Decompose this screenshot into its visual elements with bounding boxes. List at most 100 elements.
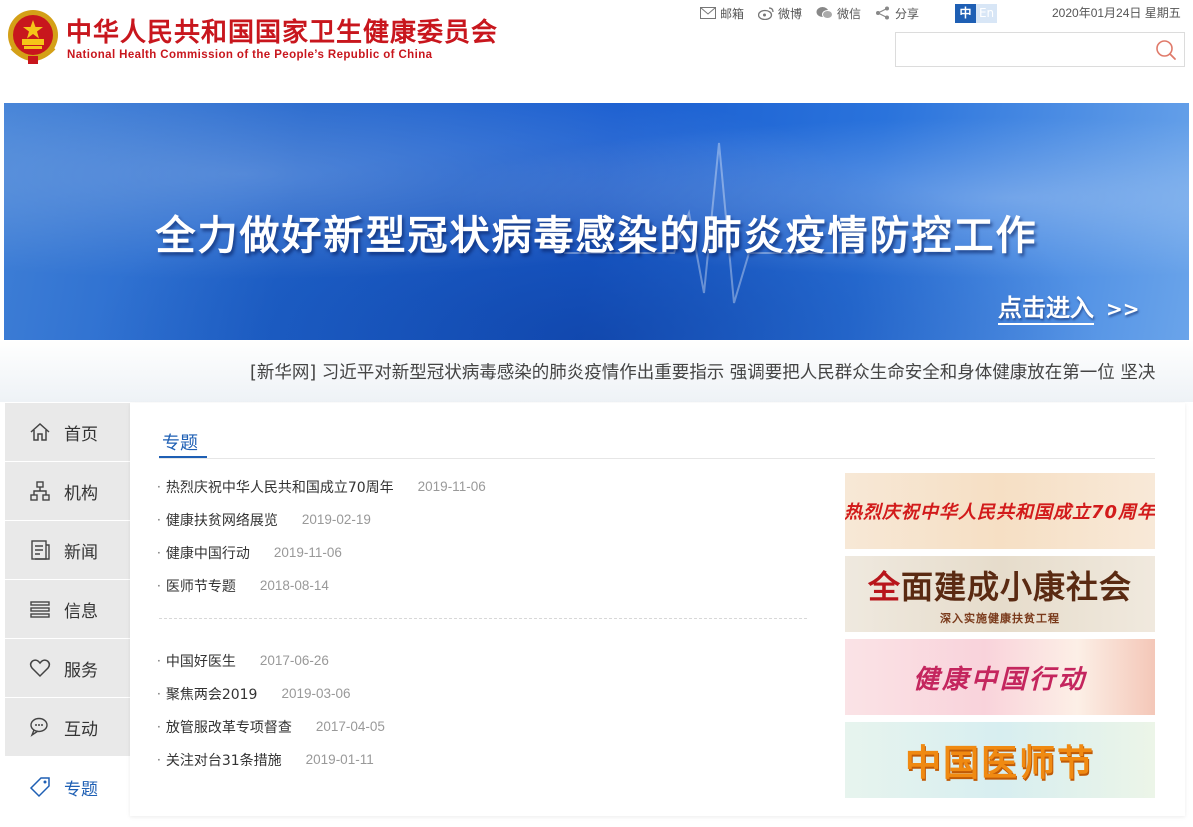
bullet-dot: ·	[157, 512, 161, 527]
list-item-title: 关注对台31条措施	[165, 752, 282, 769]
bullet-dot: ·	[157, 686, 161, 701]
bullet-dot: ·	[157, 653, 161, 668]
bullet-dot: ·	[157, 719, 161, 734]
bullet-dot: ·	[157, 479, 161, 494]
topic-list-secondary: · 中国好医生 2017-06-26 · 聚焦两会2019 2019-03-06 · 放管…	[157, 644, 817, 776]
list-item[interactable]: · 聚焦两会2019 2019-03-06	[157, 677, 817, 710]
sidebar-item-label: 机构	[64, 483, 98, 504]
sidebar-item-label: 服务	[64, 660, 98, 681]
section-title: 专题	[162, 433, 198, 454]
bullet-dot: ·	[157, 578, 161, 593]
banner-enter-link[interactable]: 点击进入 >>	[998, 288, 1140, 325]
sidebar-item-label: 首页	[64, 424, 98, 445]
org-chart-icon	[28, 479, 52, 503]
sidebar-item-topics[interactable]: 专题	[5, 757, 130, 817]
heart-icon	[28, 656, 52, 680]
bullet-dot: ·	[157, 752, 161, 767]
promo-70th-anniversary-text: 热烈庆祝中华人民共和国成立70周年	[845, 502, 1155, 523]
list-item-title: 健康扶贫网络展览	[165, 512, 278, 529]
wechat-link[interactable]: 微信	[816, 5, 861, 22]
list-item[interactable]: · 热烈庆祝中华人民共和国成立70周年 2019-11-06	[157, 470, 817, 503]
list-item-date: 2017-06-26	[259, 653, 329, 668]
list-item-date: 2019-03-06	[281, 686, 351, 701]
sidebar-item-organization[interactable]: 机构	[5, 462, 130, 520]
list-item[interactable]: · 医师节专题 2018-08-14	[157, 569, 817, 602]
top-links: 邮箱 微博 微信 分享 中 En	[700, 3, 998, 23]
list-item-title: 健康中国行动	[165, 545, 250, 562]
sidebar-item-interaction[interactable]: 互动	[5, 698, 130, 756]
sidebar-item-services[interactable]: 服务	[5, 639, 130, 697]
list-divider	[159, 618, 807, 619]
list-item-date: 2017-04-05	[315, 719, 385, 734]
language-switch: 中 En	[955, 3, 998, 23]
share-link-label: 分享	[895, 6, 920, 21]
list-item-title: 热烈庆祝中华人民共和国成立70周年	[165, 479, 394, 496]
sidebar-item-news[interactable]: 新闻	[5, 521, 130, 579]
promo-healthy-china[interactable]: 健康中国行动	[845, 639, 1155, 715]
weibo-icon	[758, 7, 774, 20]
sidebar-item-label: 新闻	[64, 542, 98, 563]
list-item[interactable]: · 健康中国行动 2019-11-06	[157, 536, 817, 569]
sidebar-item-label: 专题	[64, 779, 98, 800]
chat-icon	[28, 715, 52, 739]
promo-70th-anniversary[interactable]: 热烈庆祝中华人民共和国成立70周年	[845, 473, 1155, 549]
wechat-link-label: 微信	[837, 6, 862, 21]
search-input[interactable]	[896, 33, 1146, 66]
mail-icon	[700, 7, 716, 19]
topic-list-primary: · 热烈庆祝中华人民共和国成立70周年 2019-11-06 · 健康扶贫网络展览 20…	[157, 470, 817, 602]
list-item[interactable]: · 关注对台31条措施 2019-01-11	[157, 743, 817, 776]
share-icon	[876, 6, 890, 20]
site-header: 中华人民共和国国家卫生健康委员会 National Health Commiss…	[0, 0, 1193, 103]
wechat-icon	[816, 7, 834, 19]
list-item-date: 2019-02-19	[301, 512, 371, 527]
promo-healthy-china-text: 健康中国行动	[912, 664, 1087, 695]
search-box	[895, 32, 1185, 67]
lang-en-button[interactable]: En	[976, 3, 998, 23]
section-divider	[159, 458, 1155, 459]
weibo-link[interactable]: 微博	[758, 5, 802, 22]
epidemic-banner[interactable]: 全力做好新型冠状病毒感染的肺炎疫情防控工作 点击进入 >>	[4, 103, 1189, 340]
topics-panel: 专题 · 热烈庆祝中华人民共和国成立70周年 2019-11-06 · 健康扶贫网络展…	[130, 403, 1185, 816]
list-item-date: 2019-01-11	[305, 752, 374, 767]
home-icon	[28, 420, 52, 444]
double-chevron-right-icon: >>	[1106, 297, 1140, 321]
info-stack-icon	[28, 597, 52, 621]
list-item[interactable]: · 放管服改革专项督查 2017-04-05	[157, 710, 817, 743]
list-item-title: 医师节专题	[165, 578, 236, 595]
tag-icon	[28, 775, 52, 799]
list-item-date: 2019-11-06	[273, 545, 342, 560]
promo-prosperous-title: 全面建成小康社会	[868, 562, 1132, 608]
list-item-title: 聚焦两会2019	[165, 686, 258, 703]
sidebar-item-label: 互动	[64, 719, 98, 740]
national-emblem-logo[interactable]	[6, 8, 60, 66]
share-link[interactable]: 分享	[875, 5, 919, 22]
list-item-title: 中国好医生	[165, 653, 236, 670]
list-item-date: 2018-08-14	[259, 578, 329, 593]
site-subtitle-english: National Health Commission of the People…	[67, 49, 433, 61]
sidebar-item-information[interactable]: 信息	[5, 580, 130, 638]
banner-title: 全力做好新型冠状病毒感染的肺炎疫情防控工作	[155, 213, 1038, 259]
bullet-dot: ·	[157, 545, 161, 560]
site-title[interactable]: 中华人民共和国国家卫生健康委员会	[66, 12, 498, 49]
promo-prosperous-title-red: 全	[867, 568, 901, 606]
promo-physicians-day[interactable]: 中国医师节	[845, 722, 1155, 798]
sidebar-nav: 首页 机构 新闻 信息 服务 互动 专题	[5, 403, 130, 818]
banner-enter-label: 点击进入	[998, 294, 1094, 325]
news-ticker[interactable]: [新华网] 习近平对新型冠状病毒感染的肺炎疫情作出重要指示 强调要把人民群众生命…	[250, 359, 1166, 384]
list-item-date: 2019-11-06	[417, 479, 486, 494]
current-date: 2020年01月24日 星期五	[1052, 6, 1181, 20]
lang-zh-button[interactable]: 中	[955, 3, 977, 23]
weibo-link-label: 微博	[778, 6, 803, 21]
sidebar-item-label: 信息	[64, 601, 98, 622]
sidebar-item-home[interactable]: 首页	[5, 403, 130, 461]
search-icon[interactable]	[1154, 38, 1178, 62]
promo-physicians-day-text: 中国医师节	[904, 743, 1095, 784]
news-icon	[28, 538, 52, 562]
list-item-title: 放管服改革专项督查	[165, 719, 292, 736]
promo-moderately-prosperous-society[interactable]: 全面建成小康社会 深入实施健康扶贫工程	[845, 556, 1155, 632]
list-item[interactable]: · 健康扶贫网络展览 2019-02-19	[157, 503, 817, 536]
list-item[interactable]: · 中国好医生 2017-06-26	[157, 644, 817, 677]
promo-prosperous-title-rest: 面建成小康社会	[901, 568, 1133, 606]
mail-link[interactable]: 邮箱	[700, 5, 744, 22]
promo-prosperous-subtitle: 深入实施健康扶贫工程	[940, 612, 1060, 625]
